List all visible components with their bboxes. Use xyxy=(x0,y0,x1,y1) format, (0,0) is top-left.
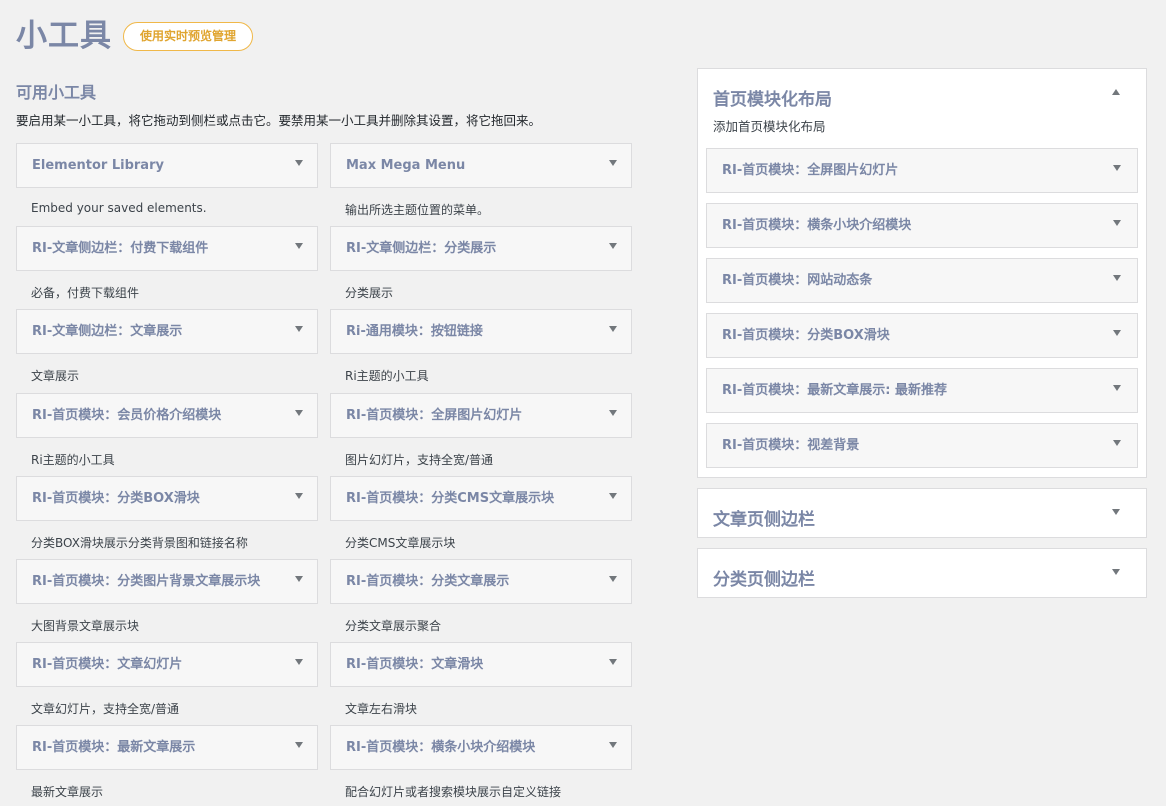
widget-category-articles[interactable]: RI-首页模块：分类文章展示 xyxy=(330,559,632,604)
widget-title: RI-首页模块：分类BOX滑块 xyxy=(32,491,200,506)
caret-down-icon[interactable] xyxy=(295,410,303,416)
widget-category-image-bg[interactable]: RI-首页模块：分类图片背景文章展示块 xyxy=(16,559,318,604)
caret-down-icon[interactable] xyxy=(1113,220,1121,226)
caret-down-icon xyxy=(1112,569,1120,575)
widget-category-display[interactable]: RI-文章侧边栏：分类展示 xyxy=(330,226,632,271)
widget-title: RI-首页模块：分类CMS文章展示块 xyxy=(346,491,555,506)
caret-down-icon[interactable] xyxy=(609,326,617,332)
widget-title: RI-首页模块：横条小块介绍模块 xyxy=(346,740,536,755)
widget-description: 文章展示 xyxy=(31,369,80,383)
widget-category-cms[interactable]: RI-首页模块：分类CMS文章展示块 xyxy=(330,476,632,521)
widget-strip-intro[interactable]: RI-首页模块：横条小块介绍模块 xyxy=(330,725,632,770)
widget-member-pricing[interactable]: RI-首页模块：会员价格介绍模块 xyxy=(16,393,318,438)
widget-title: RI-首页模块：全屏图片幻灯片 xyxy=(722,163,899,178)
widget-title: RI-文章侧边栏：分类展示 xyxy=(346,241,497,256)
widget-description: Embed your saved elements. xyxy=(31,201,207,215)
sidebar-title[interactable]: 文章页侧边栏 xyxy=(713,505,815,530)
widget-title: Max Mega Menu xyxy=(346,158,466,173)
widget-description: Ri主题的小工具 xyxy=(345,369,429,383)
sidebar-title[interactable]: 首页模块化布局 xyxy=(713,85,832,110)
sidebar-home-layout: 首页模块化布局 添加首页模块化布局 RI-首页模块：全屏图片幻灯片 RI-首页模… xyxy=(697,68,1147,478)
widget-title: RI-文章侧边栏：文章展示 xyxy=(32,324,183,339)
widget-title: RI-首页模块：最新文章展示: 最新推荐 xyxy=(722,383,947,398)
available-widgets-description: 要启用某一小工具，将它拖动到侧栏或点击它。要禁用某一小工具并删除其设置，将它拖回… xyxy=(16,113,542,128)
caret-down-icon[interactable] xyxy=(1113,330,1121,336)
widget-latest-articles[interactable]: RI-首页模块：最新文章展示 xyxy=(16,725,318,770)
widget-description: 图片幻灯片，支持全宽/普通 xyxy=(345,453,494,467)
widget-elementor-library[interactable]: Elementor Library xyxy=(16,143,318,188)
widget-title: RI-首页模块：分类图片背景文章展示块 xyxy=(32,574,261,589)
live-preview-button[interactable]: 使用实时预览管理 xyxy=(123,22,253,51)
widget-title: RI-首页模块：文章滑块 xyxy=(346,657,484,672)
caret-down-icon[interactable] xyxy=(1113,165,1121,171)
widget-description: 文章左右滑块 xyxy=(345,702,418,716)
caret-down-icon[interactable] xyxy=(609,659,617,665)
sidebar-toggle[interactable] xyxy=(1110,89,1120,97)
caret-down-icon[interactable] xyxy=(1113,385,1121,391)
caret-down-icon[interactable] xyxy=(609,160,617,166)
caret-down-icon[interactable] xyxy=(609,576,617,582)
sidebar-category[interactable]: 分类页侧边栏 xyxy=(697,548,1147,598)
sidebar-article[interactable]: 文章页侧边栏 xyxy=(697,488,1147,538)
sidebar-toggle[interactable] xyxy=(1110,509,1120,517)
caret-down-icon[interactable] xyxy=(295,326,303,332)
sidebar-widget[interactable]: RI-首页模块：视差背景 xyxy=(706,423,1138,468)
widget-title: RI-文章侧边栏：付费下载组件 xyxy=(32,241,209,256)
caret-down-icon[interactable] xyxy=(1113,275,1121,281)
widget-title: Ri-通用模块：按钮链接 xyxy=(346,324,483,339)
widget-article-display[interactable]: RI-文章侧边栏：文章展示 xyxy=(16,309,318,354)
widget-description: 分类文章展示聚合 xyxy=(345,619,442,633)
widget-title: RI-首页模块：视差背景 xyxy=(722,438,860,453)
available-widgets-title: 可用小工具 xyxy=(16,83,97,102)
caret-down-icon[interactable] xyxy=(609,243,617,249)
widget-description: 输出所选主题位置的菜单。 xyxy=(345,203,490,217)
page-title: 小工具 xyxy=(16,18,112,54)
caret-down-icon[interactable] xyxy=(295,243,303,249)
widget-title: RI-首页模块：分类文章展示 xyxy=(346,574,510,589)
widget-description: 文章幻灯片，支持全宽/普通 xyxy=(31,702,180,716)
widget-title: RI-首页模块：文章幻灯片 xyxy=(32,657,183,672)
widget-button-link[interactable]: Ri-通用模块：按钮链接 xyxy=(330,309,632,354)
sidebar-title[interactable]: 分类页侧边栏 xyxy=(713,565,815,590)
widget-description: 配合幻灯片或者搜索模块展示自定义链接 xyxy=(345,785,562,799)
widget-title: RI-首页模块：最新文章展示 xyxy=(32,740,196,755)
widget-description: 最新文章展示 xyxy=(31,785,104,799)
widget-description: 分类CMS文章展示块 xyxy=(345,536,456,550)
sidebar-widget[interactable]: RI-首页模块：全屏图片幻灯片 xyxy=(706,148,1138,193)
widget-max-mega-menu[interactable]: Max Mega Menu xyxy=(330,143,632,188)
sidebar-description: 添加首页模块化布局 xyxy=(713,119,826,134)
widget-title: RI-首页模块：全屏图片幻灯片 xyxy=(346,408,523,423)
widget-title: RI-首页模块：会员价格介绍模块 xyxy=(32,408,222,423)
widget-description: 大图背景文章展示块 xyxy=(31,619,140,633)
caret-down-icon[interactable] xyxy=(609,493,617,499)
caret-down-icon[interactable] xyxy=(295,576,303,582)
widget-title: RI-首页模块：网站动态条 xyxy=(722,273,873,288)
caret-down-icon[interactable] xyxy=(295,659,303,665)
widget-category-box-slider[interactable]: RI-首页模块：分类BOX滑块 xyxy=(16,476,318,521)
widget-article-slideshow[interactable]: RI-首页模块：文章幻灯片 xyxy=(16,642,318,687)
sidebar-widget[interactable]: RI-首页模块：横条小块介绍模块 xyxy=(706,203,1138,248)
widget-title: RI-首页模块：横条小块介绍模块 xyxy=(722,218,912,233)
sidebar-widget[interactable]: RI-首页模块：网站动态条 xyxy=(706,258,1138,303)
caret-down-icon[interactable] xyxy=(1113,440,1121,446)
widget-fullscreen-slider[interactable]: RI-首页模块：全屏图片幻灯片 xyxy=(330,393,632,438)
widget-title: RI-首页模块：分类BOX滑块 xyxy=(722,328,890,343)
caret-up-icon xyxy=(1112,89,1120,95)
caret-down-icon[interactable] xyxy=(609,742,617,748)
widget-article-slider[interactable]: RI-首页模块：文章滑块 xyxy=(330,642,632,687)
caret-down-icon[interactable] xyxy=(609,410,617,416)
widget-description: 分类展示 xyxy=(345,286,394,300)
widget-description: 必备，付费下载组件 xyxy=(31,286,140,300)
widget-paid-download[interactable]: RI-文章侧边栏：付费下载组件 xyxy=(16,226,318,271)
widget-title: Elementor Library xyxy=(32,158,164,173)
sidebar-widget[interactable]: RI-首页模块：最新文章展示: 最新推荐 xyxy=(706,368,1138,413)
sidebar-toggle[interactable] xyxy=(1110,569,1120,577)
caret-down-icon[interactable] xyxy=(295,742,303,748)
caret-down-icon xyxy=(1112,509,1120,515)
caret-down-icon[interactable] xyxy=(295,160,303,166)
widget-description: Ri主题的小工具 xyxy=(31,453,115,467)
sidebar-widget[interactable]: RI-首页模块：分类BOX滑块 xyxy=(706,313,1138,358)
widget-description: 分类BOX滑块展示分类背景图和链接名称 xyxy=(31,536,248,550)
caret-down-icon[interactable] xyxy=(295,493,303,499)
